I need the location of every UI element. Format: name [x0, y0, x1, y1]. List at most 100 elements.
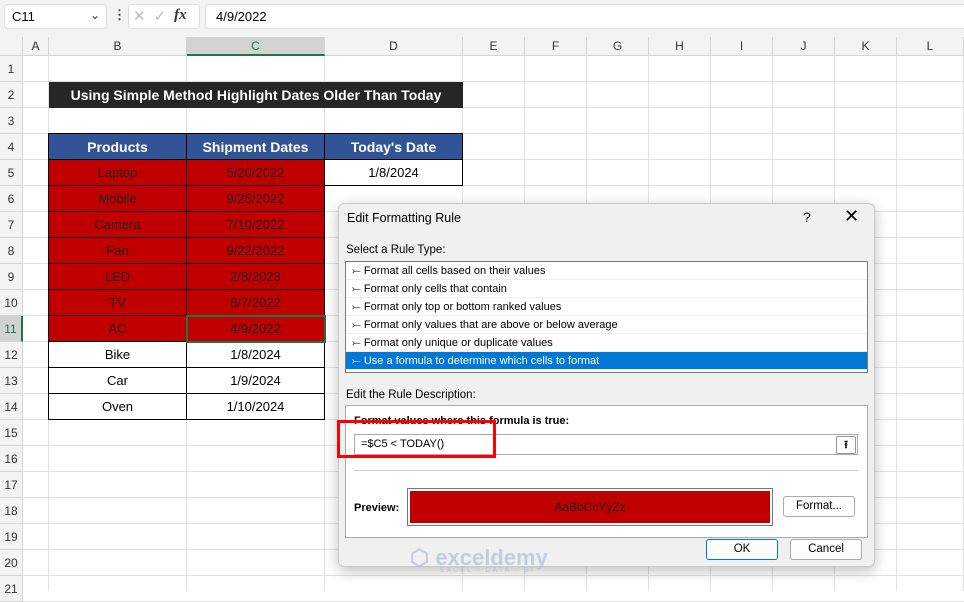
- row-header-11[interactable]: 11: [0, 316, 23, 342]
- dialog-title: Edit Formatting Rule: [347, 211, 461, 225]
- highlight-annotation-box: [337, 420, 496, 458]
- table-header: Products: [48, 133, 187, 160]
- formula-buttons: ✕ ✓ fx: [128, 4, 200, 29]
- rule-type-label: Format all cells based on their values: [363, 265, 546, 277]
- rule-type-label: Format only values that are above or bel…: [363, 319, 618, 331]
- row-header-3[interactable]: 3: [0, 108, 23, 134]
- shipment-date-cell[interactable]: 9/25/2022: [186, 185, 325, 212]
- shipment-date-cell[interactable]: 1/10/2024: [186, 393, 325, 420]
- product-cell[interactable]: LED: [48, 263, 187, 290]
- row-header-19[interactable]: 19: [0, 524, 23, 550]
- shipment-date-cell[interactable]: 8/7/2022: [186, 289, 325, 316]
- shipment-date-cell[interactable]: 1/9/2024: [186, 367, 325, 394]
- product-cell[interactable]: Camera: [48, 211, 187, 238]
- function-icon[interactable]: fx: [174, 7, 187, 26]
- product-cell[interactable]: Laptop: [48, 159, 187, 186]
- row-header-15[interactable]: 15: [0, 420, 23, 446]
- cancel-button[interactable]: Cancel: [790, 539, 862, 560]
- product-cell[interactable]: TV: [48, 289, 187, 316]
- preview-box: AaBbCcYyZz: [407, 488, 773, 526]
- chevron-down-icon[interactable]: ⌄: [90, 8, 100, 22]
- row-header-7[interactable]: 7: [0, 212, 23, 238]
- rule-type-item[interactable]: ⤚ Format only top or bottom ranked value…: [346, 298, 867, 316]
- product-cell[interactable]: Oven: [48, 393, 187, 420]
- column-header-D[interactable]: D: [325, 37, 463, 56]
- rule-type-item[interactable]: ⤚ Format only values that are above or b…: [346, 316, 867, 334]
- row-header-8[interactable]: 8: [0, 238, 23, 264]
- product-cell[interactable]: AC: [48, 315, 187, 342]
- arrow-icon: ⤚: [352, 301, 364, 313]
- more-icon[interactable]: ⋮: [113, 7, 126, 23]
- shipment-date-cell[interactable]: 1/8/2024: [186, 341, 325, 368]
- table-header: Today's Date: [324, 133, 463, 160]
- row-header-20[interactable]: 20: [0, 550, 23, 576]
- row-header-5[interactable]: 5: [0, 160, 23, 186]
- product-cell[interactable]: Mobile: [48, 185, 187, 212]
- table-header: Shipment Dates: [186, 133, 325, 160]
- ok-button[interactable]: OK: [706, 539, 778, 560]
- row-header-12[interactable]: 12: [0, 342, 23, 368]
- shipment-date-cell[interactable]: 5/20/2022: [186, 159, 325, 186]
- row-header-16[interactable]: 16: [0, 446, 23, 472]
- rule-type-item[interactable]: ⤚ Format all cells based on their values: [346, 262, 867, 280]
- row-header-4[interactable]: 4: [0, 134, 23, 160]
- row-header-9[interactable]: 9: [0, 264, 23, 290]
- exceldemy-watermark: ⬡ exceldemy EXCEL · DATA · BI: [410, 545, 548, 574]
- column-header-G[interactable]: G: [587, 37, 649, 56]
- preview-text: AaBbCcYyZz: [410, 491, 770, 523]
- help-icon[interactable]: ?: [803, 209, 811, 225]
- formula-input[interactable]: 4/9/2022: [205, 4, 964, 29]
- row-header-18[interactable]: 18: [0, 498, 23, 524]
- cancel-icon[interactable]: ✕: [133, 7, 146, 26]
- product-cell[interactable]: Car: [48, 367, 187, 394]
- row-header-21[interactable]: 21: [0, 576, 23, 602]
- close-icon[interactable]: ✕: [844, 206, 859, 227]
- select-all-button[interactable]: [0, 37, 23, 56]
- rule-type-item[interactable]: ⤚ Use a formula to determine which cells…: [346, 352, 867, 370]
- column-header-F[interactable]: F: [525, 37, 587, 56]
- column-header-B[interactable]: B: [49, 37, 187, 56]
- check-icon[interactable]: ✓: [154, 7, 167, 26]
- rule-type-label: Format only unique or duplicate values: [363, 337, 553, 349]
- column-header-I[interactable]: I: [711, 37, 773, 56]
- column-header-J[interactable]: J: [773, 37, 835, 56]
- row-header-1[interactable]: 1: [0, 56, 23, 82]
- preview-label: Preview:: [354, 502, 400, 514]
- today-date-cell[interactable]: 1/8/2024: [324, 159, 463, 186]
- name-box-value: C11: [12, 9, 35, 24]
- rule-type-label: Select a Rule Type:: [346, 244, 446, 256]
- row-header-10[interactable]: 10: [0, 290, 23, 316]
- column-header-H[interactable]: H: [649, 37, 711, 56]
- arrow-icon: ⤚: [352, 265, 364, 277]
- formula-bar: C11 ⌄ ⋮ ✕ ✓ fx 4/9/2022: [0, 0, 964, 37]
- rule-description-label: Edit the Rule Description:: [346, 389, 476, 401]
- row-header-6[interactable]: 6: [0, 186, 23, 212]
- gridline: [896, 56, 897, 591]
- column-header-C[interactable]: C: [187, 37, 325, 56]
- rule-type-label: Format only cells that contain: [363, 283, 507, 295]
- rule-type-item[interactable]: ⤚ Format only cells that contain: [346, 280, 867, 298]
- product-cell[interactable]: Fan: [48, 237, 187, 264]
- format-button[interactable]: Format...: [783, 496, 855, 517]
- shipment-date-cell[interactable]: 7/10/2022: [186, 211, 325, 238]
- active-cell-cursor: [186, 315, 326, 343]
- row-header-13[interactable]: 13: [0, 368, 23, 394]
- arrow-icon: ⤚: [352, 283, 364, 295]
- row-header-14[interactable]: 14: [0, 394, 23, 420]
- shipment-date-cell[interactable]: 9/22/2022: [186, 237, 325, 264]
- edit-formatting-rule-dialog: Edit Formatting Rule ? ✕ Select a Rule T…: [338, 203, 875, 567]
- rule-type-item[interactable]: ⤚ Format only unique or duplicate values: [346, 334, 867, 352]
- arrow-icon: ⤚: [352, 319, 364, 331]
- column-header-K[interactable]: K: [835, 37, 897, 56]
- column-header-E[interactable]: E: [463, 37, 525, 56]
- product-cell[interactable]: Bike: [48, 341, 187, 368]
- row-header-17[interactable]: 17: [0, 472, 23, 498]
- column-header-L[interactable]: L: [897, 37, 964, 56]
- name-box[interactable]: C11 ⌄: [4, 4, 107, 29]
- shipment-date-cell[interactable]: 2/8/2023: [186, 263, 325, 290]
- collapse-dialog-icon[interactable]: ⭱: [836, 436, 856, 454]
- rule-type-list[interactable]: ⤚ Format all cells based on their values…: [345, 261, 868, 373]
- column-header-A[interactable]: A: [23, 37, 49, 56]
- row-header-2[interactable]: 2: [0, 82, 23, 108]
- rule-type-label: Format only top or bottom ranked values: [363, 301, 562, 313]
